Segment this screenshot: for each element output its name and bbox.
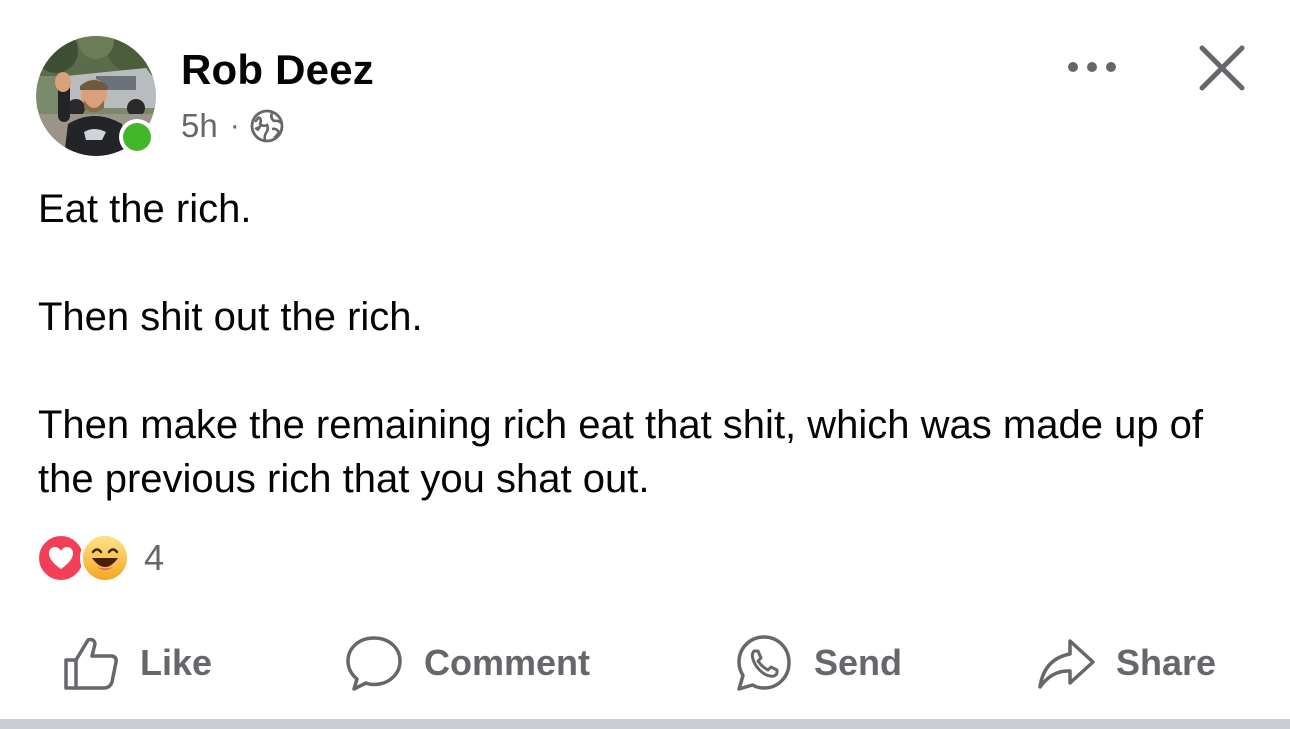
online-status-badge — [119, 119, 155, 155]
post-timestamp[interactable]: 5h — [181, 107, 218, 145]
whatsapp-send-icon — [737, 635, 791, 691]
post-action-bar: Like Comment Send Share — [0, 628, 1290, 698]
more-options-button[interactable] — [1062, 50, 1122, 84]
reaction-count: 4 — [144, 537, 165, 578]
share-arrow-icon — [1038, 639, 1095, 689]
post-card: Rob Deez 5h · Eat the rich. Then shit ou… — [0, 0, 1290, 729]
comment-icon — [346, 636, 402, 691]
close-button[interactable] — [1194, 40, 1250, 96]
meta-separator: · — [229, 109, 240, 142]
haha-reaction-icon — [80, 533, 130, 583]
author-name[interactable]: Rob Deez — [181, 46, 374, 94]
love-reaction-icon — [36, 533, 86, 583]
post-body: Eat the rich. Then shit out the rich. Th… — [38, 182, 1258, 506]
comment-label: Comment — [424, 642, 591, 683]
thumbs-up-icon — [64, 637, 118, 690]
share-label: Share — [1116, 642, 1217, 683]
post-paragraph-2: Then shit out the rich. — [38, 295, 423, 339]
author-avatar-wrap[interactable] — [36, 36, 156, 156]
close-icon — [1199, 45, 1245, 91]
send-label: Send — [814, 642, 903, 683]
post-paragraph-3: Then make the remaining rich eat that sh… — [38, 403, 1204, 501]
online-status-dot — [123, 123, 151, 151]
like-button[interactable]: Like — [62, 628, 212, 698]
more-horizontal-icon — [1068, 62, 1116, 72]
reactions-summary[interactable]: 4 — [36, 533, 164, 583]
globe-icon[interactable] — [250, 109, 284, 143]
send-button[interactable]: Send — [734, 628, 902, 698]
like-label: Like — [140, 642, 213, 683]
post-paragraph-1: Eat the rich. — [38, 187, 252, 231]
share-button[interactable]: Share — [1036, 628, 1216, 698]
feed-divider — [0, 719, 1290, 729]
post-meta: 5h · — [181, 106, 284, 146]
comment-button[interactable]: Comment — [344, 628, 590, 698]
